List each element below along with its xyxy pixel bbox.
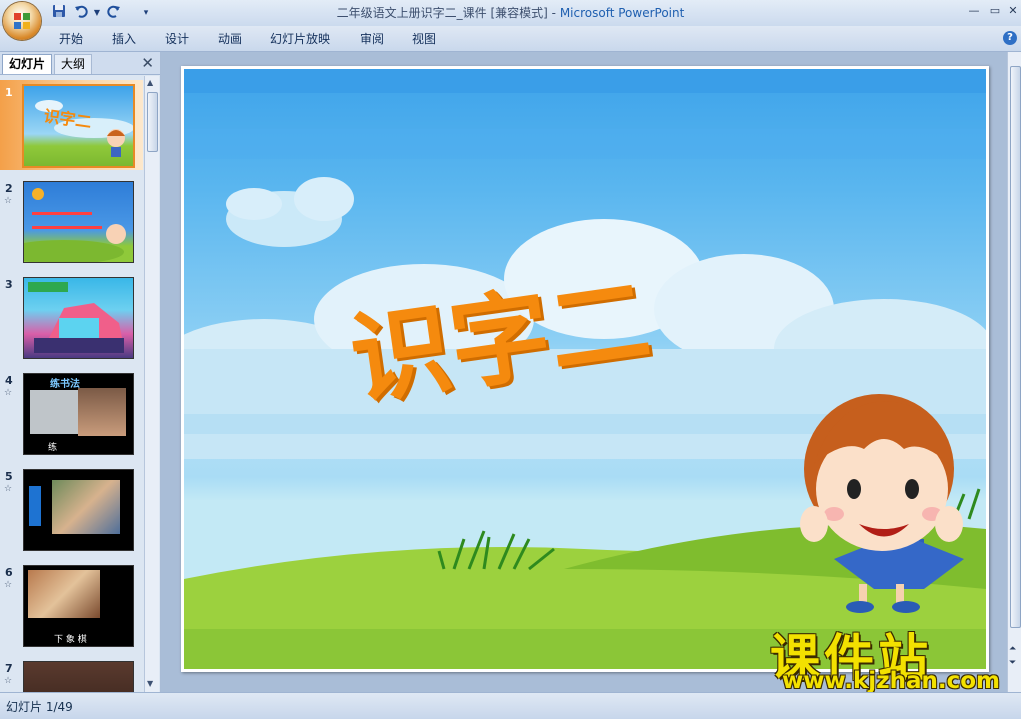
customize-toolbar-icon[interactable]: ▾ <box>137 4 155 22</box>
thumb-photo <box>78 388 126 436</box>
slides-panel: 幻灯片 大纲 ✕ 1 识字二 2 ☆ 3 4 ☆ 练书法 练 5 ☆ 6 ☆ 下… <box>0 52 161 692</box>
undo-dropdown-icon[interactable]: ▼ <box>88 4 106 22</box>
editor-scrollbar[interactable]: ⏶ ⏷ <box>1007 52 1021 692</box>
save-icon[interactable] <box>50 4 68 22</box>
thumb-label: 练 <box>48 443 58 453</box>
scroll-thumb[interactable] <box>147 92 158 152</box>
slide-number: 6 <box>5 566 13 579</box>
thumb-label-box <box>29 486 41 526</box>
close-button[interactable]: ✕ <box>1003 3 1021 19</box>
thumb-image <box>23 181 134 263</box>
svg-text:识字二: 识字二 <box>43 106 93 131</box>
thumb-photo <box>52 480 120 534</box>
tab-review[interactable]: 审阅 <box>360 30 384 47</box>
slide-thumbnail-7[interactable]: 7 ☆ <box>0 656 143 692</box>
animation-star-icon: ☆ <box>4 196 13 206</box>
slide-thumbnail-6[interactable]: 6 ☆ 下 象 棋 <box>0 560 143 650</box>
redo-icon[interactable] <box>105 4 123 22</box>
slide-editor: 识字二 <box>161 52 1007 692</box>
animation-star-icon: ☆ <box>4 388 13 398</box>
animation-star-icon: ☆ <box>4 676 13 686</box>
thumb-image <box>23 277 134 359</box>
previous-slide-icon[interactable]: ⏶ <box>1009 644 1016 654</box>
editor-scroll-thumb[interactable] <box>1010 66 1021 628</box>
minimize-button[interactable]: — <box>964 3 984 19</box>
ribbon-tabs: 开始 插入 设计 动画 幻灯片放映 审阅 视图 ? <box>0 26 1021 52</box>
tab-design[interactable]: 设计 <box>165 30 189 47</box>
thumb-image <box>23 661 134 692</box>
watermark-url: www.kjzhan.com <box>782 668 1000 694</box>
scroll-up-icon[interactable]: ▲ <box>147 78 153 87</box>
slide-number: 5 <box>5 470 13 483</box>
slide-thumbnail-4[interactable]: 4 ☆ 练书法 练 <box>0 368 143 458</box>
thumb-image: 识字二 <box>22 84 135 168</box>
panel-scrollbar[interactable]: ▲ ▼ <box>144 76 159 692</box>
slide-thumbnail-list: 1 识字二 2 ☆ 3 4 ☆ 练书法 练 5 ☆ 6 ☆ 下 象 棋 7 ☆ <box>0 76 143 692</box>
tab-slideshow[interactable]: 幻灯片放映 <box>270 30 330 47</box>
scroll-down-icon[interactable]: ▼ <box>147 679 153 688</box>
slide-background: 识字二 <box>184 69 986 669</box>
panel-tabs: 幻灯片 大纲 ✕ <box>0 52 160 75</box>
thumb-title: 练书法 <box>50 379 80 390</box>
thumb-image: 练书法 练 <box>23 373 134 455</box>
thumb-photo <box>28 570 100 618</box>
help-icon[interactable]: ? <box>1003 31 1017 45</box>
document-title: 二年级语文上册识字二_课件 [兼容模式] - <box>336 6 560 20</box>
slide-title[interactable]: 识字二 <box>344 209 809 420</box>
slide-number: 4 <box>5 374 13 387</box>
thumb-calligraphy-image <box>30 390 78 434</box>
tab-animations[interactable]: 动画 <box>218 30 242 47</box>
slide-thumbnail-2[interactable]: 2 ☆ <box>0 176 143 266</box>
slide-number: 2 <box>5 182 13 195</box>
app-name: Microsoft PowerPoint <box>559 6 685 20</box>
slide-number: 3 <box>5 278 13 291</box>
watermark-logo: 课件站 www.kjzhan.com <box>770 618 1010 698</box>
office-button[interactable] <box>3 2 41 40</box>
thumb-image: 下 象 棋 <box>23 565 134 647</box>
animation-star-icon: ☆ <box>4 484 13 494</box>
office-logo-icon <box>14 13 30 29</box>
status-bar: 幻灯片 1/49 <box>0 692 1021 719</box>
thumb-image <box>23 469 134 551</box>
slide-thumbnail-1[interactable]: 1 识字二 <box>0 80 143 170</box>
restore-button[interactable]: ▭ <box>985 3 1005 19</box>
slide-number: 7 <box>5 662 13 675</box>
panel-close-icon[interactable]: ✕ <box>141 54 154 72</box>
slide-thumbnail-5[interactable]: 5 ☆ <box>0 464 143 554</box>
tab-outline[interactable]: 大纲 <box>54 54 93 74</box>
slide-number: 1 <box>5 86 13 99</box>
animation-star-icon: ☆ <box>4 580 13 590</box>
tab-insert[interactable]: 插入 <box>112 30 136 47</box>
tab-home[interactable]: 开始 <box>59 30 83 47</box>
tab-view[interactable]: 视图 <box>412 30 436 47</box>
tab-slides[interactable]: 幻灯片 <box>2 54 53 74</box>
slide-thumbnail-3[interactable]: 3 <box>0 272 143 362</box>
current-slide[interactable]: 识字二 <box>181 66 989 672</box>
title-bar: 二年级语文上册识字二_课件 [兼容模式] - Microsoft PowerPo… <box>0 0 1021 26</box>
slide-counter: 幻灯片 1/49 <box>6 700 73 714</box>
next-slide-icon[interactable]: ⏷ <box>1009 658 1016 668</box>
thumb-label: 下 象 棋 <box>54 635 87 645</box>
